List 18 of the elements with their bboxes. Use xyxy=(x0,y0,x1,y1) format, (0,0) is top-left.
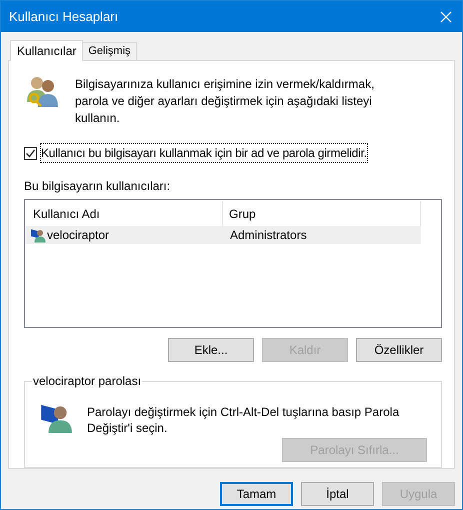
password-text: Parolayı değiştirmek için Ctrl-Alt-Del tuşlarına basıp Parola Değiştir'i seçin. xyxy=(87,404,400,436)
users-icon xyxy=(25,74,59,108)
table-cell-text: velociraptor xyxy=(47,227,110,244)
user-row[interactable]: velociraptor Administrators xyxy=(25,226,421,244)
close-icon[interactable] xyxy=(440,10,452,22)
action-button[interactable]: Ekle... xyxy=(168,338,254,362)
tab[interactable]: Gelişmiş xyxy=(83,42,137,60)
table-cell-text: Administrators xyxy=(229,227,307,244)
checkbox[interactable] xyxy=(24,146,37,160)
window-title: Kullanıcı Hesapları xyxy=(9,8,118,26)
action-button[interactable]: Özellikler xyxy=(356,338,442,362)
dialog-button[interactable]: Tamam xyxy=(220,482,293,506)
tab[interactable]: Kullanıcılar xyxy=(10,40,84,61)
intro-text: Bilgisayarınıza kullanıcı erişimine izin vermek/kaldırmak, parola ve diğer ayarları değiştirmek için aşağıdaki listeyi kullanın. xyxy=(75,76,376,127)
user-icon xyxy=(30,227,46,243)
users-label: Bu bilgisayarın kullanıcıları: xyxy=(24,178,172,195)
dialog-button[interactable]: İptal xyxy=(301,482,374,506)
checkbox-label[interactable]: Kullanıcı bu bilgisayarı kullanmak için bir ad ve parola girmelidir. xyxy=(40,143,368,163)
